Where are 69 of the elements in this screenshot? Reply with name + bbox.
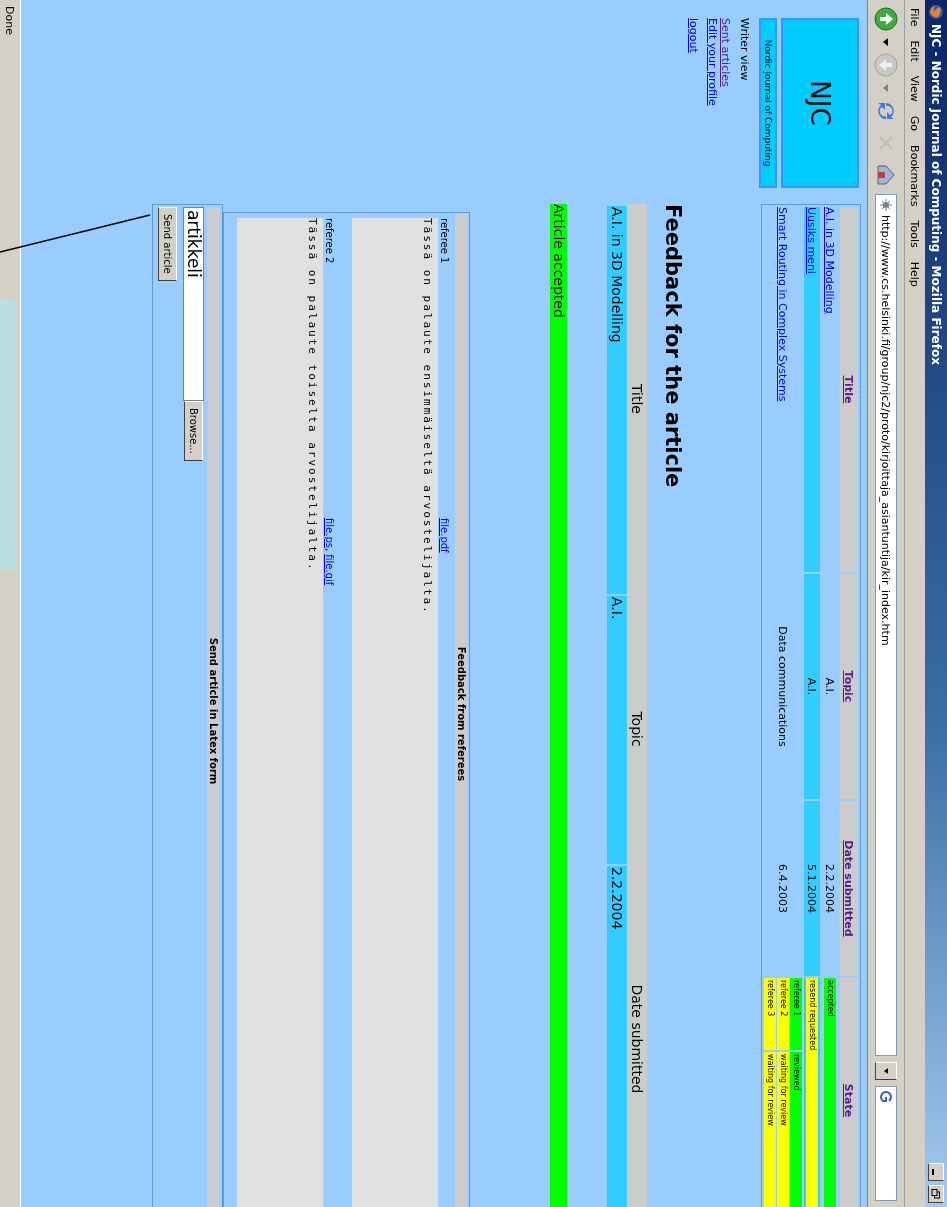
forward-icon[interactable] xyxy=(873,52,899,78)
menu-item[interactable]: Bookmarks xyxy=(908,145,922,207)
review-status: reviewed xyxy=(790,1052,802,1207)
sidebar-link[interactable]: Edit your profile xyxy=(706,18,719,106)
table-cell: A.I. xyxy=(805,677,819,696)
column-header[interactable]: Topic xyxy=(842,670,856,703)
separator-text: , xyxy=(324,547,335,552)
logo: NJC xyxy=(781,18,859,188)
table-cell: 2.2.2004 xyxy=(609,867,625,930)
menu-item[interactable]: View xyxy=(908,75,922,102)
table-cell: 5.1.2004 xyxy=(805,864,819,913)
menu-item[interactable]: Edit xyxy=(908,40,922,62)
menu-item[interactable]: Go xyxy=(908,115,922,132)
restore-button[interactable] xyxy=(928,1185,944,1203)
column-header: Topic xyxy=(629,711,645,747)
referee-label: referee 3 xyxy=(764,978,776,1050)
back-icon[interactable] xyxy=(873,6,899,32)
page-icon xyxy=(880,199,892,211)
site-subtitle: Nordic Journal of Computing xyxy=(759,18,777,188)
column-header: Date submitted xyxy=(629,984,645,1094)
sidebar-link[interactable]: Sent articles xyxy=(719,18,732,87)
table-cell: A.I. in 3D Modelling xyxy=(609,207,625,343)
file-link[interactable]: file.gif xyxy=(324,554,335,586)
table-cell: Data communications xyxy=(776,626,790,747)
menu-item[interactable]: Help xyxy=(908,261,922,287)
caret-icon xyxy=(883,1068,889,1074)
browser-logo-icon xyxy=(928,4,944,20)
search-engine-icon xyxy=(879,1090,893,1104)
search-field[interactable] xyxy=(875,1086,897,1201)
view-label: Writer view xyxy=(738,18,751,81)
state-label: accepted xyxy=(824,978,836,1207)
state-label: resend requested xyxy=(806,978,818,1207)
window-title: NJC - Nordic Journal of Computing - Mozilla Firefox xyxy=(929,24,943,365)
page-heading: Feedback for the article xyxy=(661,204,685,490)
file-link[interactable]: file.ps xyxy=(324,518,335,548)
table-cell: 6.4.2003 xyxy=(776,864,790,913)
browse-button[interactable]: Browse... xyxy=(184,401,203,461)
sidebar-link[interactable]: logout xyxy=(687,18,700,53)
dropdown-button[interactable] xyxy=(875,1062,897,1080)
file-input-field[interactable]: artikkeli xyxy=(183,207,204,401)
column-header: Title xyxy=(629,384,645,414)
feedback-text: Tässä on palaute toiselta arvostelijalta. xyxy=(237,218,323,1207)
referee-label: referee 1 xyxy=(790,978,802,1050)
column-header[interactable]: State xyxy=(842,1083,856,1118)
review-status: waiting for review xyxy=(764,1052,776,1207)
send-article-button[interactable]: Send article xyxy=(158,207,177,281)
panel-title: Send article in Latex form xyxy=(207,207,220,1207)
minimize-button[interactable] xyxy=(928,1163,944,1181)
referee-label: referee 2 xyxy=(777,978,789,1050)
panel-title: Feedback from referees xyxy=(455,214,468,1207)
review-status: waiting for review xyxy=(777,1052,789,1207)
table-cell: A.I. xyxy=(823,677,837,696)
column-header[interactable]: Title xyxy=(842,375,856,404)
menu-item[interactable]: File xyxy=(908,8,922,27)
file-link[interactable]: file.pdf xyxy=(439,518,450,553)
table-cell: A.I. xyxy=(609,597,625,620)
referee-label: referee 2 xyxy=(324,218,335,266)
article-link[interactable]: Smart Routing in Complex Systems xyxy=(776,207,790,402)
article-link[interactable]: Uusiks meni xyxy=(805,207,819,274)
dropdown-icon[interactable] xyxy=(882,38,890,46)
status-banner: Article accepted xyxy=(550,204,567,1207)
table-cell: 2.2.2004 xyxy=(823,864,837,913)
article-link[interactable]: A.I. in 3D Modelling xyxy=(823,207,837,314)
menu-item[interactable]: Tools xyxy=(908,220,922,248)
restore-icon xyxy=(931,1189,941,1199)
referee-label: referee 1 xyxy=(439,218,450,266)
status-text: Done xyxy=(3,6,17,35)
address-field[interactable]: http://www.cs.helsinki.fi/group/njc2/proto/kirjoittaja_asiantuntija/kir_index.htm xyxy=(875,194,897,1056)
feedback-text: Tässä on palaute ensimmäiseltä arvostelijalta. xyxy=(352,218,438,1207)
